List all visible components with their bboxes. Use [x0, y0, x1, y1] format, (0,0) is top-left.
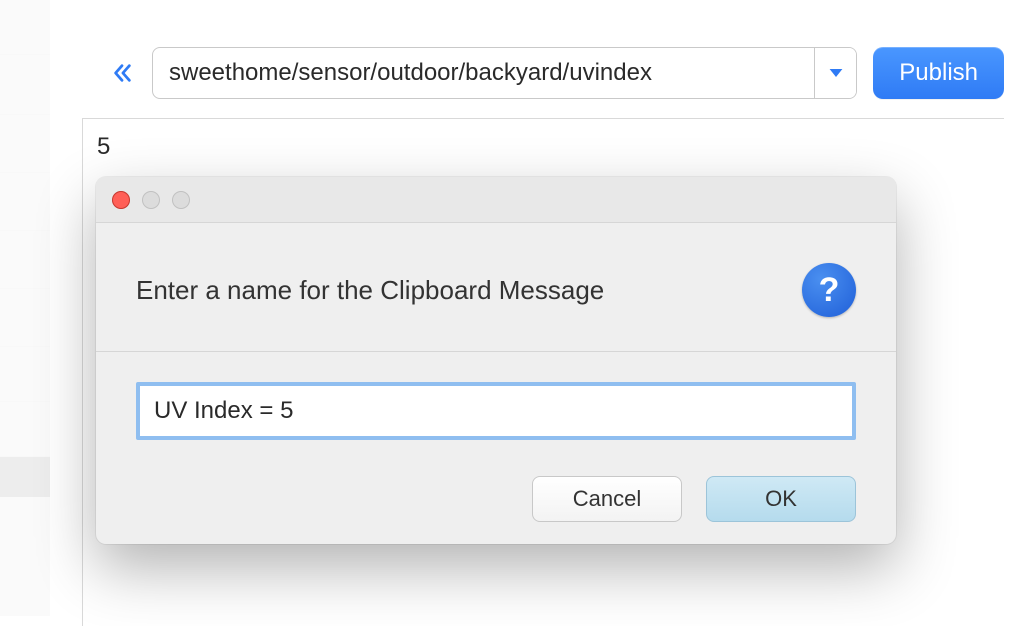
dialog-titlebar [96, 177, 896, 223]
question-mark-icon: ? [819, 271, 840, 310]
collapse-chevrons-icon[interactable] [110, 58, 134, 88]
topic-combobox [152, 47, 857, 99]
toolbar: Publish [110, 47, 1004, 99]
dialog-button-row: Cancel OK [136, 476, 856, 522]
rail-row[interactable] [0, 0, 50, 55]
topic-input[interactable] [153, 48, 814, 98]
clipboard-name-input[interactable] [136, 382, 856, 440]
dialog-body: Enter a name for the Clipboard Message ?… [96, 223, 896, 544]
rail-row[interactable] [0, 289, 50, 347]
publish-button[interactable]: Publish [873, 47, 1004, 99]
rail-row[interactable] [0, 347, 50, 402]
dialog-separator [96, 351, 896, 352]
window-close-button[interactable] [112, 191, 130, 209]
dialog-prompt: Enter a name for the Clipboard Message [136, 275, 604, 306]
help-button[interactable]: ? [802, 263, 856, 317]
cancel-button[interactable]: Cancel [532, 476, 682, 522]
rail-row[interactable] [0, 55, 50, 115]
left-rail [0, 0, 50, 616]
rail-row[interactable] [0, 173, 50, 231]
name-clipboard-dialog: Enter a name for the Clipboard Message ?… [96, 177, 896, 544]
rail-row-selected[interactable] [0, 457, 50, 497]
window-minimize-button [142, 191, 160, 209]
rail-row[interactable] [0, 231, 50, 289]
message-text: 5 [97, 133, 110, 161]
chevron-down-icon [828, 67, 844, 79]
topic-dropdown-button[interactable] [814, 48, 856, 98]
ok-button[interactable]: OK [706, 476, 856, 522]
rail-row[interactable] [0, 115, 50, 173]
window-zoom-button [172, 191, 190, 209]
rail-row[interactable] [0, 402, 50, 457]
